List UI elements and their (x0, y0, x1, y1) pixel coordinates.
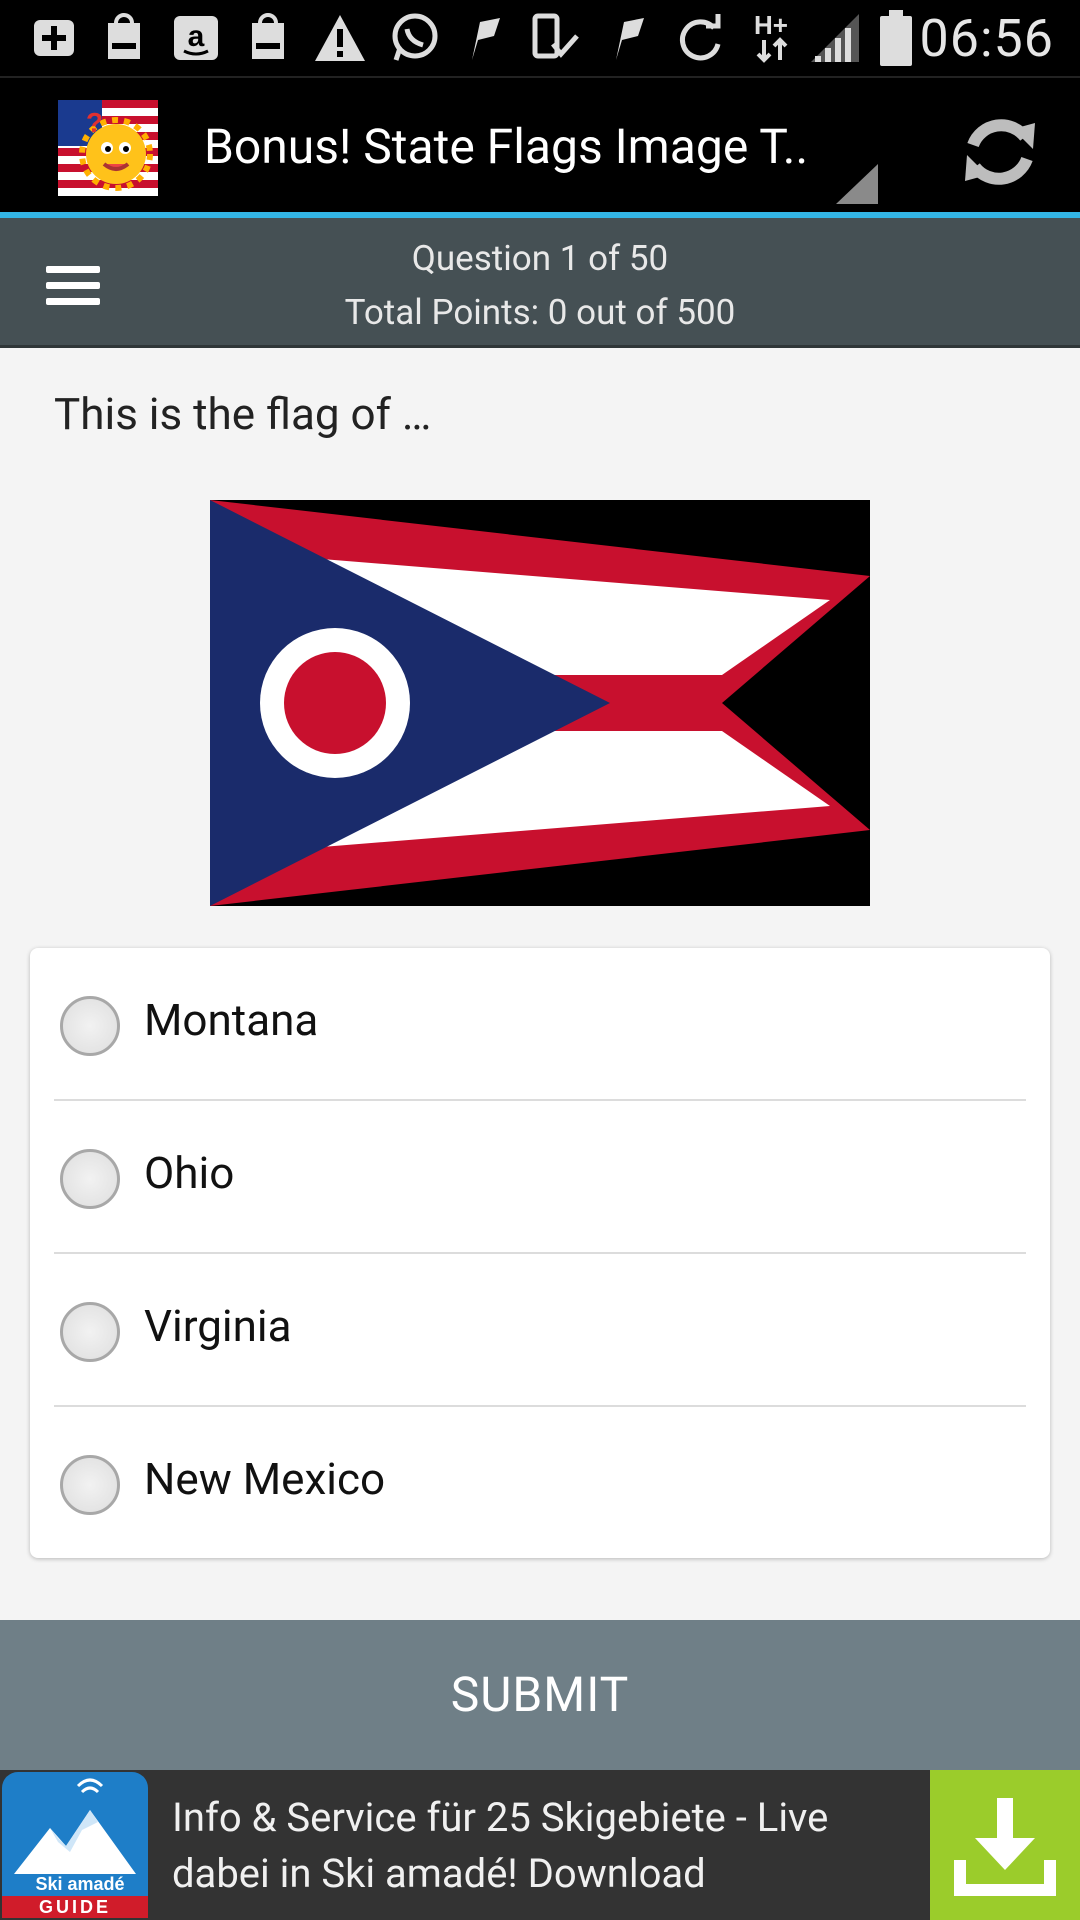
answer-option-label[interactable]: New Mexico (144, 1453, 385, 1505)
submit-button[interactable]: SUBMIT (0, 1620, 1080, 1770)
signal-icon (808, 10, 862, 66)
answer-option[interactable]: Ohio (30, 1101, 1050, 1254)
question-info: Question 1 of 50 Total Points: 0 out of … (0, 232, 1080, 340)
ad-banner[interactable]: Ski amadé GUIDE Info & Service für 25 Sk… (0, 1770, 1080, 1920)
galaxy-store-icon (244, 10, 292, 66)
ad-logo-text-top: Ski amadé (35, 1874, 124, 1894)
download-done-icon (528, 10, 580, 66)
ad-text[interactable]: Info & Service für 25 Skigebiete - Live … (172, 1790, 912, 1902)
amazon-icon: a (170, 10, 222, 66)
spinner-triangle-icon[interactable] (836, 164, 878, 204)
svg-text:?: ? (86, 107, 103, 138)
radio-button[interactable] (60, 996, 120, 1056)
flag-icon (606, 10, 650, 66)
svg-text:H+: H+ (754, 10, 788, 40)
ohio-flag-image (210, 500, 870, 906)
refresh-button[interactable] (950, 106, 1050, 198)
quiz-header: Question 1 of 50 Total Points: 0 out of … (0, 218, 1080, 348)
flag-icon (462, 10, 506, 66)
whatsapp-icon (386, 10, 442, 66)
answer-option[interactable]: Virginia (30, 1254, 1050, 1407)
question-prompt: This is the flag of … (54, 388, 432, 440)
download-icon (954, 1798, 1056, 1896)
galaxy-store-icon (100, 10, 148, 66)
radio-button[interactable] (60, 1302, 120, 1362)
question-flag-image (210, 500, 870, 906)
radio-button[interactable] (60, 1455, 120, 1515)
warning-icon (312, 10, 368, 66)
ad-logo-text-bottom: GUIDE (39, 1897, 111, 1917)
answer-option[interactable]: Montana (30, 948, 1050, 1101)
answer-option-label[interactable]: Montana (144, 994, 318, 1046)
question-progress: Question 1 of 50 (411, 238, 669, 279)
action-bar: ? Bonus! State Flags Image T.. (0, 76, 1080, 216)
sync-icon (672, 10, 728, 66)
ski-amade-logo-icon[interactable]: Ski amadé GUIDE (0, 1770, 150, 1920)
status-time: 06:56 (919, 8, 1054, 69)
ad-download-button[interactable] (930, 1770, 1080, 1920)
answer-option[interactable]: New Mexico (30, 1407, 1050, 1560)
add-notification-icon (28, 10, 80, 66)
svg-text:a: a (188, 20, 205, 53)
battery-icon (874, 10, 918, 66)
total-points: Total Points: 0 out of 500 (344, 292, 736, 333)
refresh-icon (965, 119, 1035, 185)
status-bar: a H+ 06:56 (0, 0, 1080, 76)
answer-option-label[interactable]: Virginia (144, 1300, 292, 1352)
answer-option-label[interactable]: Ohio (144, 1147, 234, 1199)
hplus-data-icon: H+ (752, 10, 796, 66)
app-logo-icon[interactable]: ? (58, 100, 158, 196)
radio-button[interactable] (60, 1149, 120, 1209)
app-title[interactable]: Bonus! State Flags Image T.. (204, 118, 844, 175)
answer-options-card: Montana Ohio Virginia New Mexico (30, 948, 1050, 1558)
